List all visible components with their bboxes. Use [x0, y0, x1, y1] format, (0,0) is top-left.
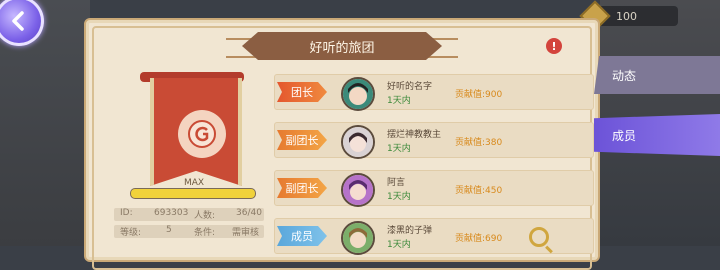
member-avatar	[341, 173, 375, 207]
member-name: 摆烂神教教主	[387, 130, 442, 140]
guild-panel: 好听的旅团 ! MAX ID: 693303 人数: 36/40 等级: 5 条…	[84, 18, 600, 270]
members-value: 36/40	[236, 208, 262, 218]
tab-activity-label: 动态	[612, 68, 637, 83]
level-max-label: MAX	[183, 178, 205, 188]
member-row-member-1[interactable]: 成员 漆黑的子弹 1天内 贡献值:690	[274, 218, 594, 255]
back-arrow-icon	[12, 11, 24, 31]
role-tag: 成员	[277, 226, 327, 246]
member-contribution: 贡献值:450	[455, 186, 503, 196]
info-row-level-condition: 等级: 5 条件: 需审核	[114, 225, 264, 238]
member-contribution: 贡献值:380	[455, 138, 503, 148]
level-label: 等级:	[120, 228, 142, 238]
member-status: 1天内	[387, 192, 411, 202]
guild-emblem-icon	[178, 110, 226, 158]
coin-counter: 100	[579, 0, 678, 32]
member-name: 好听的名字	[387, 82, 433, 92]
member-avatar	[341, 77, 375, 111]
member-status: 1天内	[387, 96, 411, 106]
role-tag: 副团长	[277, 130, 327, 150]
flag-banner	[150, 78, 242, 186]
member-row-vice-2[interactable]: 副团长 阿言 1天内 贡献值:450	[274, 170, 594, 207]
member-row-vice-1[interactable]: 副团长 摆烂神教教主 1天内 贡献值:380	[274, 122, 594, 159]
member-contribution: 贡献值:900	[455, 90, 503, 100]
id-value: 693303	[154, 208, 189, 218]
member-name: 阿言	[387, 178, 406, 188]
member-name: 漆黑的子弹	[387, 226, 433, 236]
guild-title: 好听的旅团	[242, 32, 442, 60]
condition-label: 条件:	[194, 228, 216, 238]
info-row-id-members: ID: 693303 人数: 36/40	[114, 208, 264, 221]
role-tag: 副团长	[277, 178, 327, 198]
role-tag: 团长	[277, 82, 327, 102]
guild-exp-fill	[131, 189, 255, 198]
magnify-icon[interactable]	[529, 227, 549, 247]
tab-activity[interactable]: 动态	[594, 56, 720, 94]
member-status: 1天内	[387, 240, 411, 250]
member-row-leader[interactable]: 团长 好听的名字 1天内 贡献值:900	[274, 74, 594, 111]
guild-exp-bar	[130, 188, 256, 199]
guild-flag[interactable]	[140, 72, 244, 190]
member-avatar	[341, 125, 375, 159]
coin-value: 100	[616, 9, 637, 23]
tab-members[interactable]: 成员	[594, 114, 720, 156]
member-contribution: 贡献值:690	[455, 234, 503, 244]
member-status: 1天内	[387, 144, 411, 154]
members-label: 人数:	[194, 211, 216, 221]
member-list: 团长 好听的名字 1天内 贡献值:900 副团长 摆烂神教教主 1天内 贡献值:…	[274, 70, 594, 270]
tab-members-label: 成员	[612, 128, 637, 143]
id-label: ID:	[120, 208, 133, 218]
condition-value: 需审核	[232, 228, 260, 238]
member-avatar	[341, 221, 375, 255]
alert-icon[interactable]: !	[546, 38, 562, 54]
level-value: 5	[166, 225, 172, 235]
